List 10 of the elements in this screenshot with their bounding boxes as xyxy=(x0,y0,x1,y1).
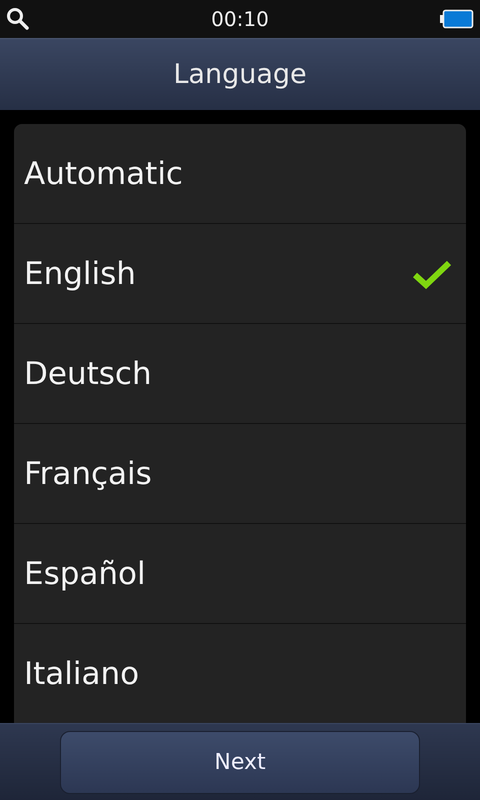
language-item[interactable]: Deutsch xyxy=(14,324,466,424)
status-time: 00:10 xyxy=(210,7,270,31)
search-icon[interactable] xyxy=(6,7,30,31)
language-item[interactable]: Español xyxy=(14,524,466,624)
language-item[interactable]: Français xyxy=(14,424,466,524)
language-item[interactable]: English xyxy=(14,224,466,324)
language-item[interactable]: Automatic xyxy=(14,124,466,224)
battery-icon xyxy=(440,9,474,29)
screen-title: Language xyxy=(173,59,307,90)
next-button[interactable]: Next xyxy=(60,730,420,794)
